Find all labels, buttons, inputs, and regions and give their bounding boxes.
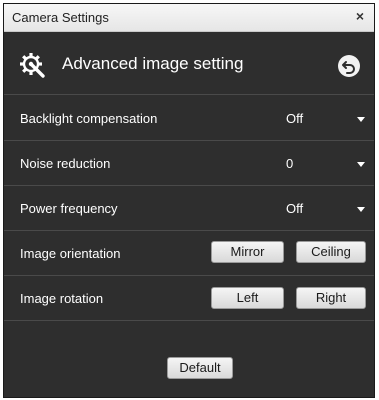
power-frequency-value: Off xyxy=(286,201,304,216)
noise-reduction-value: 0 xyxy=(286,156,294,171)
close-icon[interactable]: × xyxy=(356,8,364,24)
title-bar: Camera Settings × xyxy=(4,4,374,32)
chevron-down-icon xyxy=(357,117,365,122)
undo-icon[interactable] xyxy=(338,55,360,77)
chevron-down-icon xyxy=(357,162,365,167)
rotate-left-button[interactable]: Left xyxy=(211,287,284,309)
backlight-compensation-value: Off xyxy=(286,111,304,126)
chevron-down-icon xyxy=(357,207,365,212)
row-image-orientation: Image orientation Mirror Ceiling xyxy=(4,231,374,276)
row-image-rotation: Image rotation Left Right xyxy=(4,276,374,321)
footer: Default xyxy=(4,322,374,399)
page-title: Advanced image setting xyxy=(62,54,244,73)
section-header: Advanced image setting xyxy=(4,33,374,95)
power-frequency-label: Power frequency xyxy=(20,201,118,216)
backlight-compensation-label: Backlight compensation xyxy=(20,111,158,126)
mirror-button[interactable]: Mirror xyxy=(211,241,284,263)
gear-wrench-icon xyxy=(20,53,45,78)
ceiling-button[interactable]: Ceiling xyxy=(296,241,366,263)
rotate-right-button[interactable]: Right xyxy=(296,287,366,309)
image-orientation-label: Image orientation xyxy=(20,246,121,261)
default-button[interactable]: Default xyxy=(167,357,233,379)
noise-reduction-label: Noise reduction xyxy=(20,156,111,171)
image-rotation-label: Image rotation xyxy=(20,291,104,306)
camera-settings-window: Camera Settings × Advanced image setting… xyxy=(3,3,375,398)
window-title: Camera Settings xyxy=(12,10,109,25)
row-power-frequency: Power frequency Off xyxy=(4,186,374,231)
row-noise-reduction: Noise reduction 0 xyxy=(4,141,374,186)
row-backlight-compensation: Backlight compensation Off xyxy=(4,96,374,141)
